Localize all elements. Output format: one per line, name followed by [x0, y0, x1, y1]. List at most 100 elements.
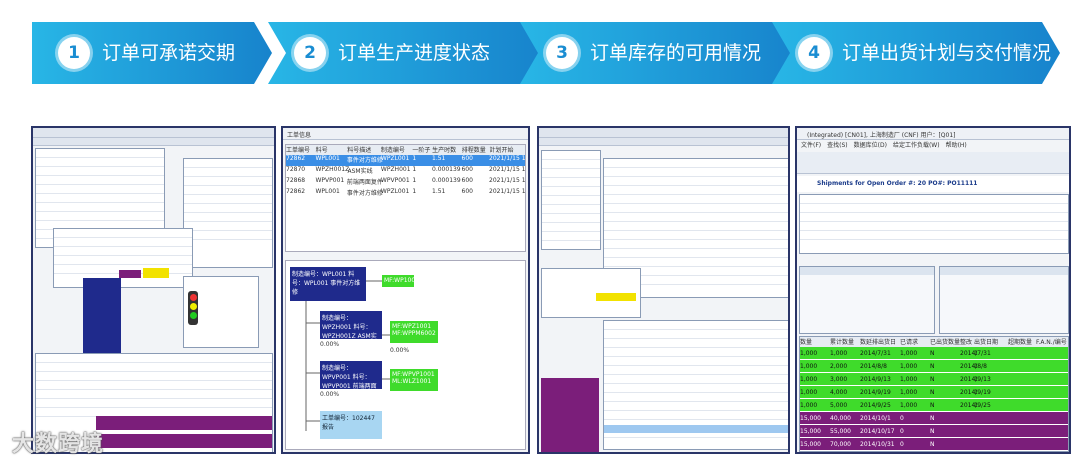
- table-cell: 1,000: [800, 350, 818, 357]
- table-cell: [1008, 360, 1036, 372]
- table-row[interactable]: 72862 WPL001 事件对方维修 WPZL001 1 1.51 600 2…: [286, 188, 526, 199]
- table-cell: 2,000: [830, 363, 848, 370]
- table-cell: 15,000: [800, 415, 821, 422]
- table-cell: [1036, 386, 1068, 398]
- step-2-banner: 2 订单生产进度状态: [268, 22, 544, 84]
- table-row[interactable]: 1,000 4,000 2014/9/19 1,000 N 2014/9/19 1: [800, 386, 1068, 399]
- table-cell: 1: [974, 376, 978, 383]
- left-form: [541, 150, 601, 250]
- table-cell: 0: [900, 428, 904, 435]
- watermark-logo: 大数跨境: [12, 432, 105, 457]
- table-cell: 55,000: [830, 428, 851, 435]
- percent-label: 0.00%: [320, 341, 340, 348]
- menu-item[interactable]: 帮助(H): [946, 140, 967, 150]
- table-cell: [1036, 373, 1068, 385]
- table-cell: 1,000: [900, 376, 918, 383]
- table-cell: [974, 412, 1008, 424]
- menu-item[interactable]: 文件(F): [801, 140, 821, 150]
- table-cell: [1008, 399, 1036, 411]
- side-form: [183, 158, 273, 268]
- table-cell: 1: [974, 350, 978, 357]
- table-row[interactable]: 15,000 40,000 2014/10/1 0 N: [800, 412, 1068, 425]
- table-row[interactable]: 15,000 55,000 2014/10/17 0 N: [800, 425, 1068, 438]
- table-cell: 5,000: [830, 402, 848, 409]
- menu-bar: 文件(F) 查找(S) 数据库位(D) 给定工作负载(W) 帮助(H): [797, 140, 1069, 150]
- table-cell: [1036, 425, 1068, 437]
- table-cell: N: [930, 350, 935, 357]
- table-cell: [1008, 386, 1036, 398]
- table-cell: 15,000: [800, 428, 821, 435]
- table-cell: 1: [974, 389, 978, 396]
- table-cell: [1036, 399, 1068, 411]
- table-row[interactable]: 1,000 3,000 2014/9/13 1,000 N 2014/9/13 1: [800, 373, 1068, 386]
- tree-green-node[interactable]: MF:WP1001: [382, 275, 419, 287]
- table-cell: 1,000: [800, 376, 818, 383]
- table-cell: 2014/8/8: [860, 363, 887, 370]
- table-row[interactable]: 1,000 2,000 2014/8/8 1,000 N 2014/8/8 1: [800, 360, 1068, 373]
- table-cell: N: [930, 376, 935, 383]
- table-cell: 2014/8/8: [960, 363, 987, 370]
- table-row[interactable]: 72862 WPL001 事件对方维修 WPZL001 1 1.51 600 2…: [286, 155, 526, 166]
- menu-item[interactable]: 查找(S): [827, 140, 848, 150]
- tree-node[interactable]: 制造编号：WPVP001 料号：WPVP001 前端两面复件: [320, 361, 382, 399]
- menu-item[interactable]: 给定工作负载(W): [893, 140, 940, 150]
- step-3-banner: 3 订单库存的可用情况: [520, 22, 798, 84]
- table-cell: [1008, 412, 1036, 424]
- table-row[interactable]: 15,000 70,000 2014/10/31 0 N: [800, 438, 1068, 451]
- table-cell: [1036, 438, 1068, 450]
- table-cell: [960, 438, 974, 450]
- selected-row[interactable]: [604, 425, 788, 433]
- table-cell: [1036, 360, 1068, 372]
- table-row[interactable]: 1,000 5,000 2014/9/25 1,000 N 2014/9/25 1: [800, 399, 1068, 412]
- tree-root-node[interactable]: 制造编号：WPL001 料号：WPL001 事件对方维修: [290, 267, 366, 301]
- table-cell: 1,000: [900, 350, 918, 357]
- step-label: 订单出货计划与交付情况: [842, 42, 1052, 64]
- table-cell: N: [930, 441, 935, 448]
- toolbar: [539, 138, 788, 146]
- table-row[interactable]: 1,000 1,000 2014/7/31 1,000 N 2014/7/31 1: [800, 347, 1068, 360]
- table-cell: 2014/9/25: [860, 402, 891, 409]
- table-cell: [974, 438, 1008, 450]
- step-4-banner: 4 订单出货计划与交付情况: [772, 22, 1060, 84]
- tree-node[interactable]: 制造编号：WPZH001 料号：WPZH001Z ASM实线: [320, 311, 382, 349]
- tree-node[interactable]: 工单编号：102447 报告: [320, 411, 382, 439]
- table-cell: [1036, 412, 1068, 424]
- table-cell: 0: [900, 415, 904, 422]
- step-1-banner: 1 订单可承诺交期: [32, 22, 272, 84]
- table-row[interactable]: 72870 WPZH001Z ASM实线 WPZH001 1 0.000139 …: [286, 166, 526, 177]
- traffic-light-dialog: [183, 276, 259, 348]
- title-bar: 工单信息: [283, 128, 528, 140]
- table-cell: 2014/10/31: [860, 441, 895, 448]
- screenshot-inventory-availability: [537, 126, 790, 454]
- toolbar: [33, 138, 274, 146]
- step-number: 3: [546, 37, 578, 69]
- lower-left-pane: [799, 266, 935, 334]
- work-order-table: 工单编号 料号 料号描述 制造编号 一阶子 生产时数 排程数量 計划开始 728…: [285, 144, 526, 252]
- title-bar: (Integrated) [CN01], 上海制造厂 (CNF) 用户：[Q01…: [797, 128, 1069, 140]
- detail-grid: [603, 320, 788, 450]
- order-info: [799, 194, 1069, 254]
- table-cell: [974, 425, 1008, 437]
- lot-window: [541, 268, 641, 318]
- table-cell: 40,000: [830, 415, 851, 422]
- table-cell: 3,000: [830, 376, 848, 383]
- screenshot-production-progress: 工单信息 工单编号 料号 料号描述 制造编号 一阶子 生产时数 排程数量 計划开…: [281, 126, 530, 454]
- shipment-table: 数量 累计数量 数延排出货日 已请求 已出货数量 整改 出货日期 超期数量 F.…: [799, 336, 1069, 452]
- table-header: 数量 累计数量 数延排出货日 已请求 已出货数量 整改 出货日期 超期数量 F.…: [800, 337, 1068, 347]
- table-cell: 2014/7/31: [860, 350, 891, 357]
- table-cell: 2014/9/25: [960, 402, 991, 409]
- table-cell: 2014/10/1: [860, 415, 891, 422]
- title-bar: [33, 128, 274, 138]
- table-cell: 1,000: [800, 389, 818, 396]
- tree-green-node[interactable]: MF:WPZ1001 MF:WPPM6002: [390, 321, 438, 343]
- doc-title: Shipments for Open Order #: 20 PO#: PO11…: [817, 180, 978, 187]
- table-cell: [1008, 425, 1036, 437]
- table-cell: 1: [974, 402, 978, 409]
- percent-label: 0.00%: [320, 391, 340, 398]
- table-row[interactable]: 72868 WPVP001 前端两面复件 WPVP001 1 0.000139 …: [286, 177, 526, 188]
- tree-green-node[interactable]: MF:WPVP1001 ML:WLZ1001: [390, 369, 438, 391]
- table-cell: N: [930, 389, 935, 396]
- table-cell: 2014/10/17: [860, 428, 895, 435]
- menu-item[interactable]: 数据库位(D): [854, 140, 887, 150]
- table-cell: 1,000: [900, 389, 918, 396]
